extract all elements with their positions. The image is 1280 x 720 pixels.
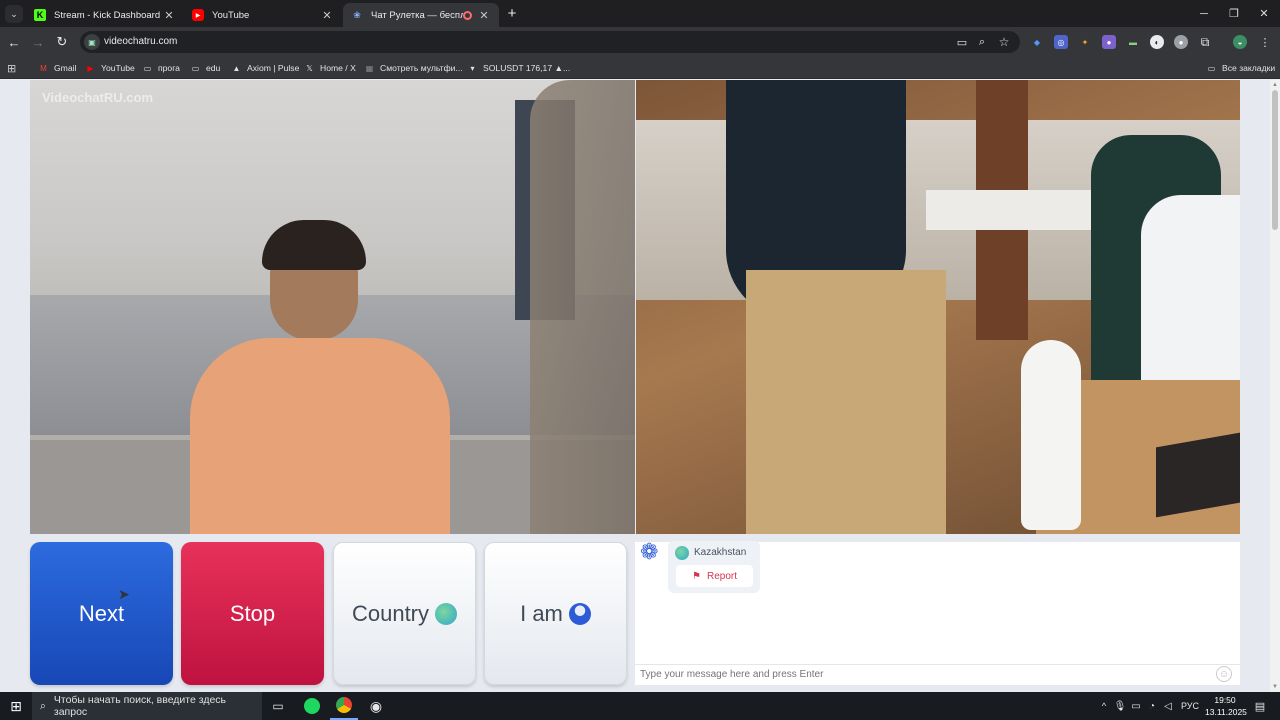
microphone [1021,340,1081,530]
zoom-icon[interactable]: ⌕ [972,32,992,52]
tab-youtube[interactable]: ▶ YouTube ✕ [184,3,342,27]
kick-icon: K [34,9,46,21]
bed [926,190,1106,230]
x-icon: 𝕏 [306,63,313,73]
person-pants [746,270,946,534]
remote-video [636,80,1240,534]
scroll-down-icon[interactable]: ▼ [1272,684,1278,690]
close-icon[interactable]: ✕ [477,8,491,22]
site-logo-icon: ❁ [640,539,659,564]
scrollbar-thumb[interactable] [1272,90,1278,230]
bookmark-youtube[interactable]: ▶ YouTube [85,60,134,76]
extension-blue-icon[interactable]: ◎ [1054,35,1068,49]
bookmark-gmail[interactable]: M Gmail [38,60,76,76]
start-icon[interactable]: ⊞ [0,692,32,720]
person-background [530,80,635,534]
menu-dots-icon[interactable]: ⋮ [1258,35,1272,49]
chat-message-input[interactable] [640,666,1210,683]
bookmark-axiom[interactable]: ▲ Axiom | Pulse [231,60,300,76]
partner-country: Kazakhstan [694,547,747,558]
extension-grey-icon[interactable]: ● [1174,35,1188,49]
recording-icon [463,10,472,20]
person-shirt [190,338,450,534]
reload-icon[interactable]: ↻ [52,32,72,52]
report-button[interactable]: ⚑ Report [676,565,753,587]
volume-icon[interactable]: ◁ [1160,692,1176,720]
chatroulette-icon: ❀ [353,9,361,20]
bookmark-cartoons[interactable]: ▦ Смотреть мультфи... [364,60,463,76]
task-view-icon[interactable]: ▭ [264,692,292,720]
apps-grid-icon[interactable]: ⊞ [7,60,16,76]
obs-icon[interactable]: ◉ [362,692,390,720]
folder-icon: ▭ [143,63,152,73]
chrome-icon[interactable] [330,692,358,720]
spotify-icon[interactable] [298,692,326,720]
close-icon[interactable]: ✕ [162,8,176,22]
cursor-icon: ➤ [118,586,130,602]
bookmark-solusdt[interactable]: ▾ SOLUSDT 176,17 ▲... [467,60,570,76]
gmail-icon: M [40,63,47,73]
close-window-icon[interactable]: ✕ [1248,0,1280,27]
tab-chatroulette[interactable]: ❀ Чат Рулетка — бесплатный ✕ [343,3,499,27]
mousepad [1156,432,1240,518]
tab-kick-dashboard[interactable]: K Stream - Kick Dashboard ✕ [26,3,184,27]
microphone-icon[interactable]: 🎙 [1112,692,1128,720]
folder-icon: ▭ [191,63,200,73]
globe-icon [675,546,689,560]
close-icon[interactable]: ✕ [320,8,334,22]
bookmark-folder-edu[interactable]: ▭ edu [190,60,221,76]
taskbar-search[interactable]: ⌕ Чтобы начать поиск, введите здесь запро… [32,692,262,720]
minimize-icon[interactable]: ─ [1188,0,1220,27]
clock-time: 19:50 [1214,695,1236,705]
extension-round-icon[interactable]: ◐ [1150,35,1164,49]
tradingview-icon: ▾ [470,63,475,73]
extensions-puzzle-icon[interactable]: ⧉ [1198,35,1212,49]
search-icon: ⌕ [40,699,46,712]
wifi-icon[interactable]: ◔ [1144,692,1160,720]
all-bookmarks[interactable]: ▭ Все закладки [1206,60,1275,76]
person-hair [262,220,366,270]
bookmark-x[interactable]: 𝕏 Home / X [304,60,356,76]
film-icon: ▦ [365,63,374,73]
user-avatar-icon [568,602,591,625]
bookmark-folder-proga[interactable]: ▭ прога [142,60,180,76]
forward-icon[interactable]: → [28,32,48,52]
address-bar[interactable] [80,31,1020,53]
site-info-icon[interactable]: ▣ [84,34,100,50]
watermark: VideochatRU.com [42,90,154,105]
axiom-icon: ▲ [232,63,241,73]
notifications-icon[interactable]: ▤ [1250,692,1270,720]
local-video: VideochatRU.com [30,80,635,534]
extension-diamond-icon[interactable]: ◆ [1030,35,1044,49]
youtube-icon: ▶ [87,63,94,73]
extension-orange-icon[interactable]: ✦ [1078,35,1092,49]
url-text: videochatru.com [104,36,178,47]
scroll-up-icon[interactable]: ▲ [1272,82,1278,88]
clock[interactable]: 19:50 13.11.2025 [1205,694,1247,718]
emoji-icon[interactable]: ☺ [1216,666,1232,682]
language-indicator[interactable]: РУС [1178,692,1202,720]
tray-chevron-icon[interactable]: ^ [1096,692,1112,720]
extension-green-icon[interactable]: ▬ [1126,35,1140,49]
country-button[interactable]: Country [333,542,476,685]
next-button[interactable]: Next [30,542,173,685]
youtube-icon: ▶ [192,9,204,21]
flag-icon: ⚑ [692,570,701,582]
stop-button[interactable]: Stop [181,542,324,685]
folder-icon: ▭ [1207,63,1216,73]
i-am-button[interactable]: I am [484,542,627,685]
cast-icon[interactable]: ▭ [952,32,972,52]
network-icon[interactable]: ▭ [1128,692,1144,720]
back-icon[interactable]: ← [4,32,24,52]
globe-icon [435,602,458,625]
clock-date: 13.11.2025 [1205,707,1247,717]
tab-search-button[interactable]: ⌄ [5,5,23,23]
restore-icon[interactable]: ❐ [1218,0,1250,27]
bookmark-star-icon[interactable]: ☆ [994,32,1014,52]
profile-avatar-icon[interactable]: ◒ [1233,35,1247,49]
new-tab-button[interactable]: + [504,5,520,22]
extension-purple-icon[interactable]: ● [1102,35,1116,49]
